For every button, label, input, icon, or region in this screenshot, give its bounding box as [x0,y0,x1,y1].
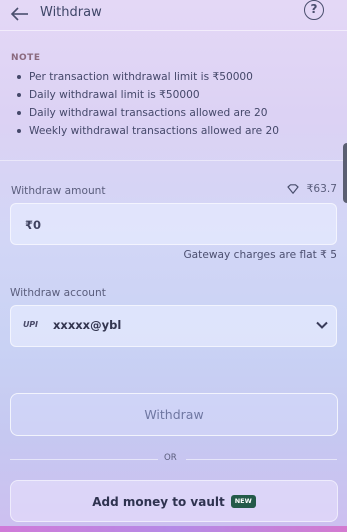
account-value: xxxxx@ybl [53,318,122,332]
vault-balance: ₹63.7 [287,183,337,195]
upi-logo: UPI [23,320,38,329]
add-money-to-vault-button[interactable]: Add money to vault NEW [10,480,338,522]
section-divider [0,160,347,161]
chevron-down-icon [316,321,328,329]
note-list: Per transaction withdrawal limit is ₹500… [12,70,342,142]
note-item: Weekly withdrawal transactions allowed a… [12,124,342,142]
or-divider-right [186,459,337,460]
withdraw-amount-label: Withdraw amount [11,185,106,197]
or-separator: OR [164,453,177,463]
page-title: Withdraw [40,5,102,20]
side-edge [343,143,347,203]
note-item: Daily withdrawal transactions allowed ar… [12,106,342,124]
new-badge: NEW [230,495,256,508]
bottom-accent-bar [0,526,347,532]
header-bar: Withdraw ? [0,0,347,28]
withdraw-account-label: Withdraw account [10,287,106,299]
gateway-charges-note: Gateway charges are flat ₹ 5 [183,249,337,261]
note-item: Daily withdrawal limit is ₹50000 [12,88,342,106]
amount-value: ₹0 [25,218,42,232]
balance-value: ₹63.7 [306,183,337,195]
or-divider-left [10,459,158,460]
withdraw-button[interactable]: Withdraw [10,393,338,436]
header-divider [0,30,347,31]
amount-input[interactable]: ₹0 [10,203,337,245]
back-arrow-icon[interactable] [10,6,30,22]
help-circle-icon[interactable]: ? [304,0,324,20]
account-select[interactable]: UPI xxxxx@ybl [10,305,337,347]
add-money-label: Add money to vault [92,495,225,509]
note-item: Per transaction withdrawal limit is ₹500… [12,70,342,88]
gem-icon [287,184,299,194]
note-title: NOTE [11,53,41,63]
